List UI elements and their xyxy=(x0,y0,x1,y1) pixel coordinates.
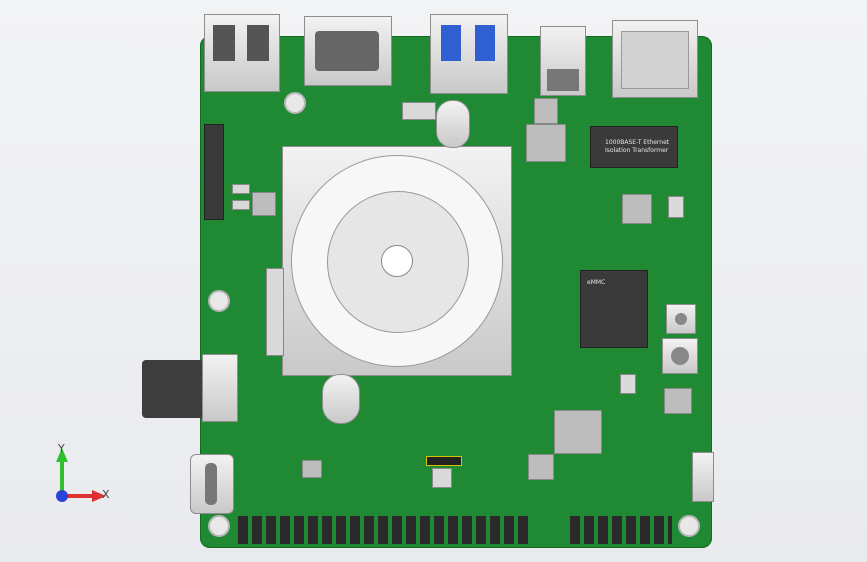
usb-b-port xyxy=(540,26,586,96)
usb3-port xyxy=(430,14,508,94)
hdmi-port xyxy=(304,16,392,86)
ic-square xyxy=(554,410,602,454)
transformer-label-1: 1000BASE-T Ethernet xyxy=(605,139,670,146)
fpc-connector xyxy=(204,124,224,220)
gpio-header-2 xyxy=(570,516,672,544)
fan-bracket-top xyxy=(436,100,470,148)
gpio-header xyxy=(238,516,528,544)
emmc-chip: eMMC xyxy=(580,270,648,348)
heatsink-edge xyxy=(266,268,284,356)
smd-part xyxy=(232,184,250,194)
usb-c-port xyxy=(190,454,234,514)
emmc-label: eMMC xyxy=(587,279,606,286)
ic-square xyxy=(664,388,692,414)
push-button[interactable] xyxy=(662,338,698,374)
ic-square xyxy=(252,192,276,216)
y-axis-label: Y xyxy=(58,442,65,455)
mounting-hole xyxy=(208,515,230,537)
mounting-hole xyxy=(678,515,700,537)
fan-bracket-bottom xyxy=(322,374,360,424)
usb-a-port xyxy=(204,14,280,92)
ethernet-transformer: 1000BASE-T Ethernet Isolation Transforme… xyxy=(590,126,678,168)
ethernet-port xyxy=(612,20,698,98)
ic-square xyxy=(622,194,652,224)
mounting-hole xyxy=(284,92,306,114)
push-button[interactable] xyxy=(666,304,696,334)
transformer-label-2: Isolation Transformer xyxy=(605,147,669,154)
smd-part xyxy=(432,468,452,488)
smd-part xyxy=(302,460,322,478)
smd-part xyxy=(620,374,636,394)
smd-part xyxy=(402,102,436,120)
smd-part xyxy=(668,196,684,218)
microsd-slot xyxy=(202,354,238,422)
cooling-fan xyxy=(282,146,512,376)
ic-square xyxy=(534,98,558,124)
smd-part xyxy=(232,200,250,210)
smd-part xyxy=(426,456,462,466)
ic-square xyxy=(526,124,566,162)
x-axis-label: X xyxy=(102,488,110,501)
microsd-card xyxy=(142,360,204,418)
mounting-hole xyxy=(208,290,230,312)
slide-switch[interactable] xyxy=(692,452,714,502)
ic-square xyxy=(528,454,554,480)
